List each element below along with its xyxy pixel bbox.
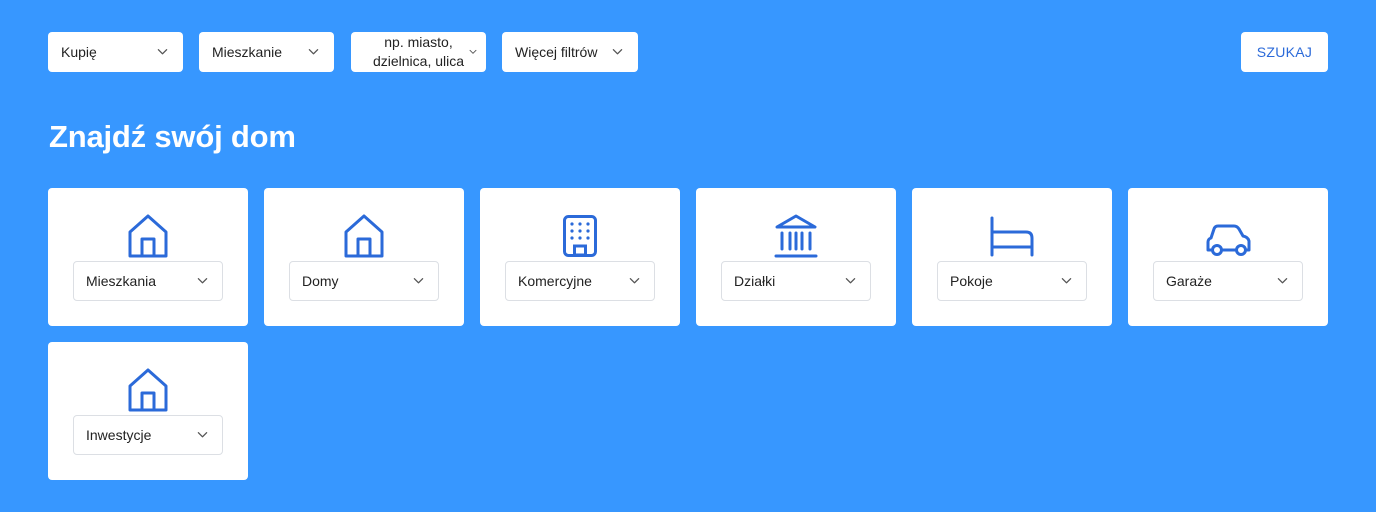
chevron-down-icon <box>468 49 478 55</box>
category-select-label: Inwestycje <box>86 427 152 443</box>
home-icon <box>48 212 248 260</box>
bed-icon <box>912 212 1112 260</box>
category-card-domy[interactable]: Domy <box>264 188 464 326</box>
car-icon <box>1128 212 1328 260</box>
chevron-down-icon <box>1277 277 1288 285</box>
category-select-garaze[interactable]: Garaże <box>1153 261 1303 301</box>
home-icon <box>264 212 464 260</box>
property-type-select-value: Mieszkanie <box>212 44 283 60</box>
chevron-down-icon <box>608 48 626 56</box>
location-input[interactable]: np. miasto, dzielnica, ulica <box>351 32 486 72</box>
transaction-select[interactable]: Kupię <box>48 32 183 72</box>
more-filters-button[interactable]: Więcej filtrów <box>502 32 638 72</box>
chevron-down-icon <box>413 277 424 285</box>
category-select-inwestycje[interactable]: Inwestycje <box>73 415 223 455</box>
category-select-label: Garaże <box>1166 273 1212 289</box>
category-card-komercyjne[interactable]: Komercyjne <box>480 188 680 326</box>
category-select-label: Komercyjne <box>518 273 592 289</box>
category-select-label: Działki <box>734 273 776 289</box>
building-icon <box>480 212 680 260</box>
location-input-placeholder: np. miasto, dzielnica, ulica <box>372 34 465 69</box>
category-card-garaze[interactable]: Garaże <box>1128 188 1328 326</box>
chevron-down-icon <box>304 48 322 56</box>
chevron-down-icon <box>1061 277 1072 285</box>
home-icon <box>48 366 248 414</box>
chevron-down-icon <box>845 277 856 285</box>
search-button[interactable]: SZUKAJ <box>1241 32 1328 72</box>
category-card-inwestycje[interactable]: Inwestycje <box>48 342 248 480</box>
transaction-select-value: Kupię <box>61 44 97 60</box>
more-filters-label: Więcej filtrów <box>515 44 598 60</box>
category-select-mieszkania[interactable]: Mieszkania <box>73 261 223 301</box>
category-select-dzialki[interactable]: Działki <box>721 261 871 301</box>
category-select-label: Domy <box>302 273 339 289</box>
chevron-down-icon <box>153 48 171 56</box>
property-type-select[interactable]: Mieszkanie <box>199 32 334 72</box>
chevron-down-icon <box>197 277 208 285</box>
category-select-label: Mieszkania <box>86 273 157 289</box>
chevron-down-icon <box>197 431 208 439</box>
search-filter-bar: Kupię Mieszkanie np. miasto, dzielnica, … <box>48 32 1328 72</box>
chevron-down-icon <box>629 277 640 285</box>
category-card-pokoje[interactable]: Pokoje <box>912 188 1112 326</box>
landmark-icon <box>696 212 896 260</box>
category-card-dzialki[interactable]: Działki <box>696 188 896 326</box>
category-card-mieszkania[interactable]: Mieszkania <box>48 188 248 326</box>
category-select-label: Pokoje <box>950 273 993 289</box>
category-select-komercyjne[interactable]: Komercyjne <box>505 261 655 301</box>
category-select-pokoje[interactable]: Pokoje <box>937 261 1087 301</box>
page-title: Znajdź swój dom <box>49 119 296 154</box>
category-select-domy[interactable]: Domy <box>289 261 439 301</box>
